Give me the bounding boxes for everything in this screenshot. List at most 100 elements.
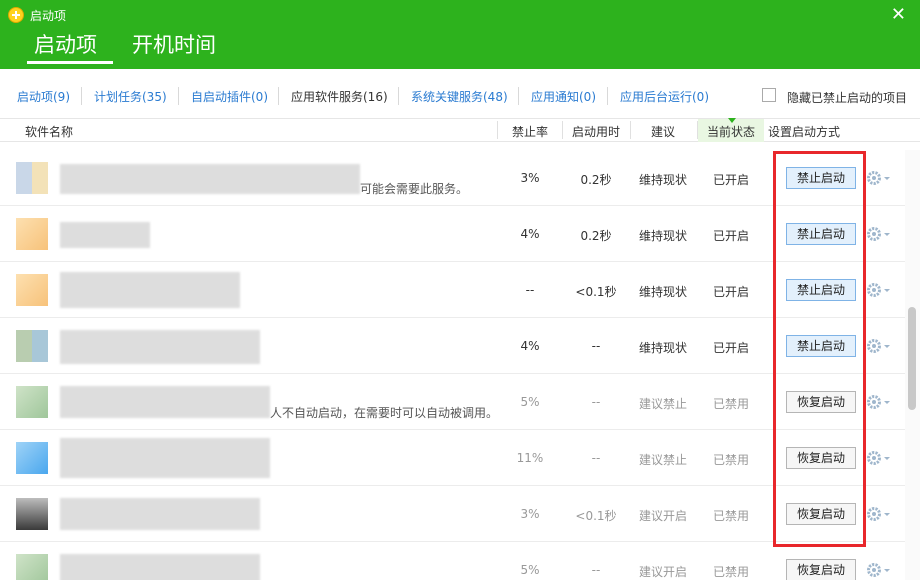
- col-name[interactable]: 软件名称: [25, 123, 73, 140]
- app-icon: [16, 330, 48, 362]
- col-rate[interactable]: 禁止率: [512, 123, 548, 140]
- col-state[interactable]: 当前状态: [707, 123, 755, 140]
- col-advice[interactable]: 建议: [651, 123, 675, 140]
- redacted-name: [60, 272, 240, 308]
- tab-startup[interactable]: 启动项: [34, 32, 97, 58]
- restore-startup-button[interactable]: 恢复启动: [786, 447, 856, 469]
- subtab-app-services[interactable]: 应用软件服务(16): [291, 88, 388, 105]
- gear-icon[interactable]: [866, 226, 892, 242]
- table-row[interactable]: 11% -- 建议禁止 已禁用 恢复启动: [0, 430, 905, 486]
- table-row[interactable]: 人不自动启动，在需要时可以自动被调用。 5% -- 建议禁止 已禁用 恢复启动: [0, 374, 905, 430]
- app-icon: [16, 162, 48, 194]
- app-icon: [16, 442, 48, 474]
- table-row[interactable]: 5% -- 建议开启 已禁用 恢复启动: [0, 542, 905, 580]
- row-advice: 维持现状: [638, 229, 687, 243]
- row-time: --: [591, 563, 601, 577]
- row-advice: 建议禁止: [638, 453, 687, 467]
- divider: [497, 121, 498, 139]
- row-rate: 3%: [520, 507, 540, 521]
- service-list: 可能会需要此服务。 3% 0.2秒 维持现状 已开启 禁止启动 4% 0.2秒 …: [0, 150, 905, 580]
- scrollbar-thumb[interactable]: [908, 307, 916, 410]
- row-time: --: [591, 395, 601, 409]
- divider: [278, 87, 279, 105]
- row-description: 可能会需要此服务。: [360, 182, 469, 196]
- disable-startup-button[interactable]: 禁止启动: [786, 167, 856, 189]
- row-rate: 11%: [516, 451, 544, 465]
- subtab-system-services[interactable]: 系统关键服务(48): [411, 88, 508, 105]
- restore-startup-button[interactable]: 恢复启动: [786, 559, 856, 580]
- row-rate: 3%: [520, 171, 540, 185]
- title-bar: 启动项 ✕ 启动项 开机时间: [0, 0, 920, 69]
- col-action: 设置启动方式: [768, 125, 841, 139]
- redacted-name: [60, 164, 360, 194]
- gear-icon[interactable]: [866, 506, 892, 522]
- close-icon[interactable]: ✕: [891, 6, 906, 24]
- row-rate: --: [525, 283, 535, 297]
- redacted-name: [60, 386, 270, 418]
- disable-startup-button[interactable]: 禁止启动: [786, 279, 856, 301]
- table-row[interactable]: 4% -- 维持现状 已开启 禁止启动: [0, 318, 905, 374]
- col-time[interactable]: 启动用时: [572, 123, 620, 140]
- app-icon: [16, 274, 48, 306]
- tab-boot-time[interactable]: 开机时间: [132, 32, 216, 58]
- row-state: 已开启: [712, 173, 749, 187]
- restore-startup-button[interactable]: 恢复启动: [786, 391, 856, 413]
- table-row[interactable]: 可能会需要此服务。 3% 0.2秒 维持现状 已开启 禁止启动: [0, 150, 905, 206]
- hide-disabled-checkbox[interactable]: [762, 88, 776, 102]
- row-state: 已开启: [712, 285, 749, 299]
- row-rate: 5%: [520, 395, 540, 409]
- gear-icon[interactable]: [866, 562, 892, 578]
- divider: [607, 87, 608, 105]
- divider: [562, 121, 563, 139]
- app-icon: [16, 386, 48, 418]
- row-state: 已禁用: [712, 565, 749, 579]
- row-advice: 维持现状: [638, 341, 687, 355]
- redacted-name: [60, 498, 260, 530]
- disable-startup-button[interactable]: 禁止启动: [786, 223, 856, 245]
- gear-icon[interactable]: [866, 394, 892, 410]
- row-advice: 建议开启: [638, 509, 687, 523]
- sub-tab-bar: 启动项(9) 计划任务(35) 自启动插件(0) 应用软件服务(16) 系统关键…: [0, 82, 920, 110]
- row-rate: 5%: [520, 563, 540, 577]
- row-state: 已禁用: [712, 397, 749, 411]
- row-time: 0.2秒: [580, 173, 612, 187]
- disable-startup-button[interactable]: 禁止启动: [786, 335, 856, 357]
- table-row[interactable]: 3% <0.1秒 建议开启 已禁用 恢复启动: [0, 486, 905, 542]
- row-time: --: [591, 451, 601, 465]
- row-advice: 建议开启: [638, 565, 687, 579]
- subtab-background-apps[interactable]: 应用后台运行(0): [620, 88, 709, 105]
- divider: [178, 87, 179, 105]
- row-description: 人不自动启动，在需要时可以自动被调用。: [270, 406, 499, 420]
- gear-icon[interactable]: [866, 282, 892, 298]
- row-rate: 4%: [520, 227, 540, 241]
- gear-icon[interactable]: [866, 338, 892, 354]
- redacted-name: [60, 554, 260, 580]
- gear-icon[interactable]: [866, 450, 892, 466]
- row-state: 已禁用: [712, 509, 749, 523]
- restore-startup-button[interactable]: 恢复启动: [786, 503, 856, 525]
- divider: [518, 87, 519, 105]
- divider: [697, 121, 698, 139]
- row-state: 已开启: [712, 229, 749, 243]
- app-logo-icon: [8, 7, 24, 23]
- redacted-name: [60, 438, 270, 478]
- table-header: 软件名称 禁止率 启动用时 建议 当前状态 设置启动方式: [0, 118, 920, 142]
- table-row[interactable]: 4% 0.2秒 维持现状 已开启 禁止启动: [0, 206, 905, 262]
- subtab-startup-items[interactable]: 启动项(9): [17, 88, 70, 105]
- row-state: 已禁用: [712, 453, 749, 467]
- table-row[interactable]: -- <0.1秒 维持现状 已开启 禁止启动: [0, 262, 905, 318]
- subtab-scheduled-tasks[interactable]: 计划任务(35): [94, 88, 167, 105]
- gear-icon[interactable]: [866, 170, 892, 186]
- row-state: 已开启: [712, 341, 749, 355]
- row-rate: 4%: [520, 339, 540, 353]
- divider: [630, 121, 631, 139]
- active-tab-indicator: [27, 61, 113, 64]
- window-title: 启动项: [30, 9, 67, 23]
- redacted-name: [60, 222, 150, 248]
- subtab-app-notifications[interactable]: 应用通知(0): [531, 88, 596, 105]
- app-icon: [16, 218, 48, 250]
- app-icon: [16, 554, 48, 580]
- row-time: <0.1秒: [575, 285, 617, 299]
- row-advice: 建议禁止: [638, 397, 687, 411]
- subtab-autostart-plugins[interactable]: 自启动插件(0): [191, 88, 268, 105]
